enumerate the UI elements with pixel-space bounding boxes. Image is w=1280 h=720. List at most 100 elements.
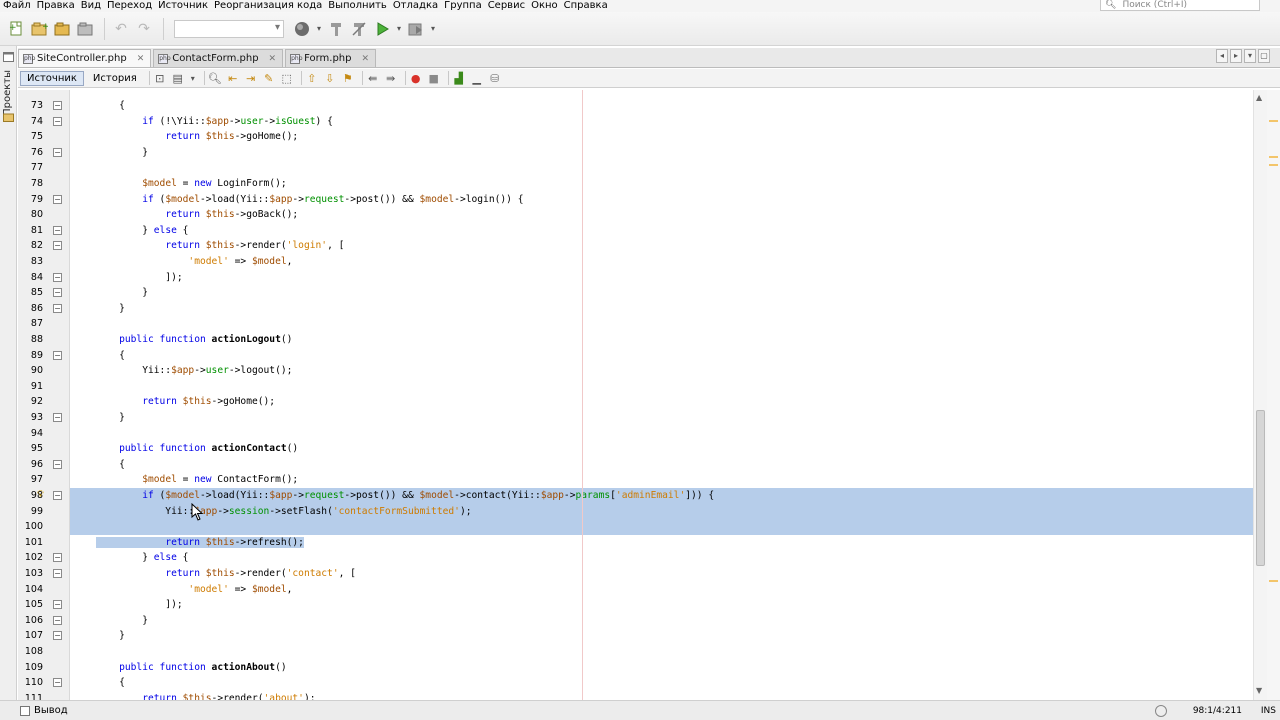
maximize-icon[interactable]: ▢ [1258, 49, 1270, 63]
menu-item[interactable]: Файл [0, 0, 34, 12]
chart-icon[interactable]: ▟ [452, 71, 466, 85]
tab-list-icon[interactable]: ▾ [1244, 49, 1256, 63]
fold-toggle-icon[interactable]: − [53, 225, 62, 235]
fold-toggle-icon[interactable]: − [53, 553, 62, 563]
menu-item[interactable]: Правка [34, 0, 78, 12]
hint-bulb-icon[interactable]: 💡︎ [37, 489, 44, 500]
fold-toggle-icon[interactable]: − [53, 600, 62, 610]
shift-right-icon[interactable]: ⇛ [384, 71, 398, 85]
projects-panel-tab[interactable]: Проекты [2, 70, 13, 116]
database-icon[interactable]: ⛁ [488, 71, 502, 85]
fold-toggle-icon[interactable]: − [53, 101, 62, 110]
menu-item[interactable]: Вид [78, 0, 104, 12]
fold-toggle-icon[interactable]: − [53, 615, 62, 625]
find-next-icon[interactable]: ⇥ [244, 71, 258, 85]
menu-item[interactable]: Справка [561, 0, 611, 12]
start-macro-icon[interactable]: ● [409, 71, 423, 85]
fold-toggle-icon[interactable]: − [53, 491, 62, 500]
fold-toggle-icon[interactable]: − [53, 241, 62, 251]
fold-toggle-icon[interactable]: − [53, 303, 62, 313]
new-project-icon[interactable]: + [29, 19, 49, 39]
output-window-tab[interactable]: Вывод [20, 705, 68, 716]
error-stripe[interactable] [1267, 90, 1280, 700]
run-icon[interactable] [372, 19, 392, 39]
search-input[interactable]: 🔍︎ Поиск (Ctrl+I) [1100, 0, 1260, 11]
fold-toggle-icon[interactable]: − [53, 678, 62, 688]
stats-icon[interactable]: ▁ [470, 71, 484, 85]
fold-toggle-icon[interactable]: − [53, 194, 62, 204]
menu-item[interactable]: Переход [104, 0, 155, 12]
scroll-tabs-left-icon[interactable]: ◂ [1216, 49, 1228, 63]
menu-item[interactable]: Реорганизация кода [211, 0, 325, 12]
chevron-down-icon[interactable]: ▾ [395, 19, 403, 39]
next-bookmark-icon[interactable]: ⇩ [323, 71, 337, 85]
toggle-highlight-icon[interactable]: ✎ [262, 71, 276, 85]
fold-toggle-icon[interactable]: − [53, 147, 62, 157]
fold-toggle-icon[interactable]: − [53, 413, 62, 422]
fold-toggle-icon[interactable]: − [53, 631, 62, 641]
menu-item[interactable]: Источник [155, 0, 211, 12]
line-number: 82 [30, 240, 43, 252]
code-line: { [96, 677, 125, 689]
open-project-icon[interactable] [52, 19, 72, 39]
code-line: return $this->goBack(); [165, 209, 299, 221]
fold-toggle-icon[interactable]: − [53, 569, 62, 578]
menu-item[interactable]: Сервис [485, 0, 528, 12]
menu-item[interactable]: Отладка [390, 0, 441, 12]
menu-bar: Файл Правка Вид Переход Источник Реорганизаци… [0, 0, 1280, 12]
code-line: public function actionContact() [119, 443, 299, 455]
menu-item[interactable]: Выполнить [325, 0, 390, 12]
fold-toggle-icon[interactable]: − [53, 350, 62, 360]
new-file-icon[interactable]: + [6, 19, 26, 39]
fold-toggle-icon[interactable]: − [53, 288, 62, 298]
fold-toggle-icon[interactable]: − [53, 459, 62, 469]
chevron-down-icon[interactable]: ▾ [429, 19, 437, 39]
find-previous-icon[interactable]: ⇤ [226, 71, 240, 85]
browser-icon[interactable] [292, 19, 312, 39]
fold-toggle-icon[interactable]: − [53, 272, 62, 282]
close-icon[interactable]: ✕ [137, 54, 145, 64]
back-icon[interactable]: ▤ [171, 71, 185, 85]
editor-tab[interactable]: php Form.php ✕ [285, 49, 377, 67]
build-icon[interactable] [326, 19, 346, 39]
line-number: 88 [30, 334, 43, 345]
close-icon[interactable]: ✕ [362, 54, 370, 64]
stop-macro-icon[interactable]: ■ [427, 71, 441, 85]
close-project-icon[interactable] [75, 19, 95, 39]
config-select[interactable] [174, 19, 284, 38]
line-number: 75 [30, 131, 43, 143]
close-icon[interactable]: ✕ [269, 54, 277, 64]
shift-left-icon[interactable]: ⇚ [366, 71, 380, 85]
menu-item[interactable]: Окно [528, 0, 561, 12]
line-number: 89 [30, 349, 43, 361]
scroll-down-icon[interactable]: ▼ [1256, 686, 1262, 695]
code-line: } else { [96, 552, 189, 564]
debug-icon[interactable] [406, 19, 426, 39]
toggle-rect-select-icon[interactable]: ⬚ [280, 71, 294, 85]
scrollbar-thumb[interactable] [1256, 410, 1265, 566]
editor-tab[interactable]: php ContactForm.php ✕ [153, 49, 284, 67]
forward-icon[interactable]: ▾ [189, 71, 197, 85]
fold-toggle-icon[interactable]: − [53, 116, 62, 126]
notification-icon[interactable] [1155, 705, 1167, 717]
code-line: $model = new LoginForm(); [142, 178, 287, 189]
source-view-button[interactable]: Источник [20, 70, 84, 86]
status-bar: Вывод 98:1/4:211 INS [0, 700, 1280, 720]
find-icon[interactable]: 🔍︎ [208, 71, 222, 85]
menu-item[interactable]: Группа [441, 0, 485, 12]
code-editor[interactable]: { if (!\Yii::$app->user->isGuest) { retu… [70, 90, 1253, 700]
prev-bookmark-icon[interactable]: ⇧ [305, 71, 319, 85]
undo-icon[interactable]: ↶ [111, 19, 131, 39]
toggle-bookmark-icon[interactable]: ⚑ [341, 71, 355, 85]
scroll-up-icon[interactable]: ▲ [1256, 93, 1262, 102]
editor-tab[interactable]: php SiteController.php ✕ [18, 49, 152, 67]
chevron-down-icon[interactable]: ▾ [315, 19, 323, 39]
clean-build-icon[interactable] [349, 19, 369, 39]
vertical-scrollbar[interactable]: ▲ ▼ [1253, 90, 1267, 700]
history-view-button[interactable]: История [86, 71, 144, 86]
redo-icon[interactable]: ↷ [134, 19, 154, 39]
scroll-tabs-right-icon[interactable]: ▸ [1230, 49, 1242, 63]
window-icon[interactable] [3, 52, 14, 62]
last-edit-icon[interactable]: ⊡ [153, 71, 167, 85]
